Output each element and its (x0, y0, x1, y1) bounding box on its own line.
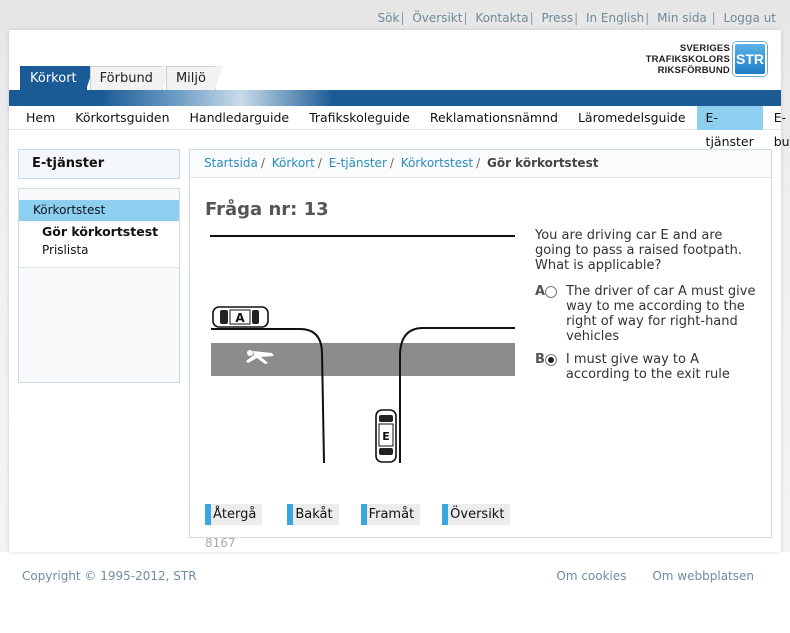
utility-link-overview[interactable]: Översikt (412, 11, 462, 25)
str-logo[interactable]: SVERIGES TRAFIKSKOLORS RIKSFÖRBUND STR (646, 42, 767, 76)
nav-item-reklamationsnamnd[interactable]: Reklamationsnämnd (421, 106, 567, 130)
car-e-label: E (382, 430, 390, 443)
next-button[interactable]: Framåt (360, 504, 421, 525)
breadcrumb-korkortstest[interactable]: Körkortstest (401, 156, 473, 170)
nav-item-laromedelsguide[interactable]: Läromedelsguide (569, 106, 695, 130)
nav-item-korkortsguiden[interactable]: Körkortsguiden (66, 106, 178, 130)
answer-b-radio[interactable] (544, 354, 557, 366)
answer-a[interactable]: A The driver of car A must give way to m… (535, 284, 760, 344)
answer-a-text: The driver of car A must give way to me … (566, 284, 756, 344)
sidebar-item-gor-korkortstest[interactable]: Gör körkortstest (19, 223, 179, 241)
sidebar: Körkortstest Gör körkortstest Prislista (18, 188, 180, 383)
utility-link-english[interactable]: In English (586, 11, 644, 25)
logo-mark: STR (733, 42, 767, 76)
utility-link-search[interactable]: Sök (378, 11, 400, 25)
car-a: A (212, 306, 269, 328)
question-buttons: Återgå Bakåt Framåt Översikt (205, 504, 532, 525)
car-a-label: A (235, 311, 245, 325)
breadcrumb-korkort[interactable]: Körkort (272, 156, 315, 170)
nav-item-e-tjanster[interactable]: E-tjänster (696, 105, 763, 149)
footer-links: Om cookies Om webbplatsen (534, 569, 754, 583)
nav-item-trafikskoleguide[interactable]: Trafikskoleguide (300, 106, 419, 130)
footer-link-about[interactable]: Om webbplatsen (652, 569, 754, 583)
sidebar-item-korkortstest[interactable]: Körkortstest (19, 200, 179, 221)
tab-korkort[interactable]: Körkort (20, 66, 94, 90)
footer-link-cookies[interactable]: Om cookies (556, 569, 626, 583)
nav-item-handledarguide[interactable]: Handledarguide (181, 106, 299, 130)
raised-footpath (211, 343, 515, 376)
main-content: Startsida / Körkort / E-tjänster / Körkorts… (189, 149, 772, 550)
answer-a-radio[interactable] (545, 286, 558, 298)
previous-button[interactable]: Bakåt (287, 504, 339, 525)
answer-b[interactable]: B I must give way to A according to the … (535, 352, 760, 382)
footer-background (0, 552, 790, 633)
utility-nav: Sök| Översikt| Kontakta| Press| In Engli… (377, 11, 776, 25)
tab-miljo[interactable]: Miljö (165, 66, 223, 90)
breadcrumb-current: Gör körkortstest (486, 156, 599, 170)
question-id: 8167 (205, 536, 236, 550)
breadcrumb-e-tjanster[interactable]: E-tjänster (329, 156, 387, 170)
car-e: E (375, 409, 397, 463)
nav-item-hem[interactable]: Hem (17, 106, 64, 130)
header-band (9, 90, 781, 106)
section-tabs: Körkort Förbund Miljö (20, 66, 223, 90)
sidebar-title: E-tjänster (18, 149, 180, 179)
sidebar-menu: Körkortstest Gör körkortstest Prislista (19, 200, 179, 268)
breadcrumb-startsida[interactable]: Startsida (204, 156, 258, 170)
footer-copyright: Copyright © 1995-2012, STR (22, 569, 197, 583)
utility-link-contact[interactable]: Kontakta (475, 11, 528, 25)
sidebar-item-prislista[interactable]: Prislista (19, 241, 179, 259)
utility-link-my-page[interactable]: Min sida (657, 11, 707, 25)
answer-a-letter: A (535, 284, 546, 299)
nav-item-e-butik[interactable]: E-butik (765, 106, 790, 149)
traffic-scene: A E (210, 235, 515, 464)
back-to-start-button[interactable]: Återgå (205, 504, 263, 525)
logo-line-1: SVERIGES (679, 42, 730, 54)
main-nav: Hem Körkortsguiden Handledarguide Trafik… (9, 105, 790, 149)
answer-b-letter: B (535, 352, 545, 367)
tab-forbund[interactable]: Förbund (89, 66, 171, 90)
page-container: SVERIGES TRAFIKSKOLORS RIKSFÖRBUND STR K… (9, 30, 790, 552)
question-text: You are driving car E and are going to p… (535, 228, 742, 273)
utility-link-logout[interactable]: Logga ut (723, 11, 776, 25)
question-title: Fråga nr: 13 (205, 199, 329, 220)
answer-b-text: I must give way to A according to the ex… (565, 352, 730, 382)
overview-button[interactable]: Översikt (442, 504, 511, 525)
logo-line-3: RIKSFÖRBUND (657, 64, 730, 76)
logo-line-2: TRAFIKSKOLORS (645, 53, 730, 65)
breadcrumb: Startsida / Körkort / E-tjänster / Körkorts… (190, 150, 771, 178)
utility-link-press[interactable]: Press (541, 11, 573, 25)
logo-text: SVERIGES TRAFIKSKOLORS RIKSFÖRBUND (646, 43, 730, 76)
